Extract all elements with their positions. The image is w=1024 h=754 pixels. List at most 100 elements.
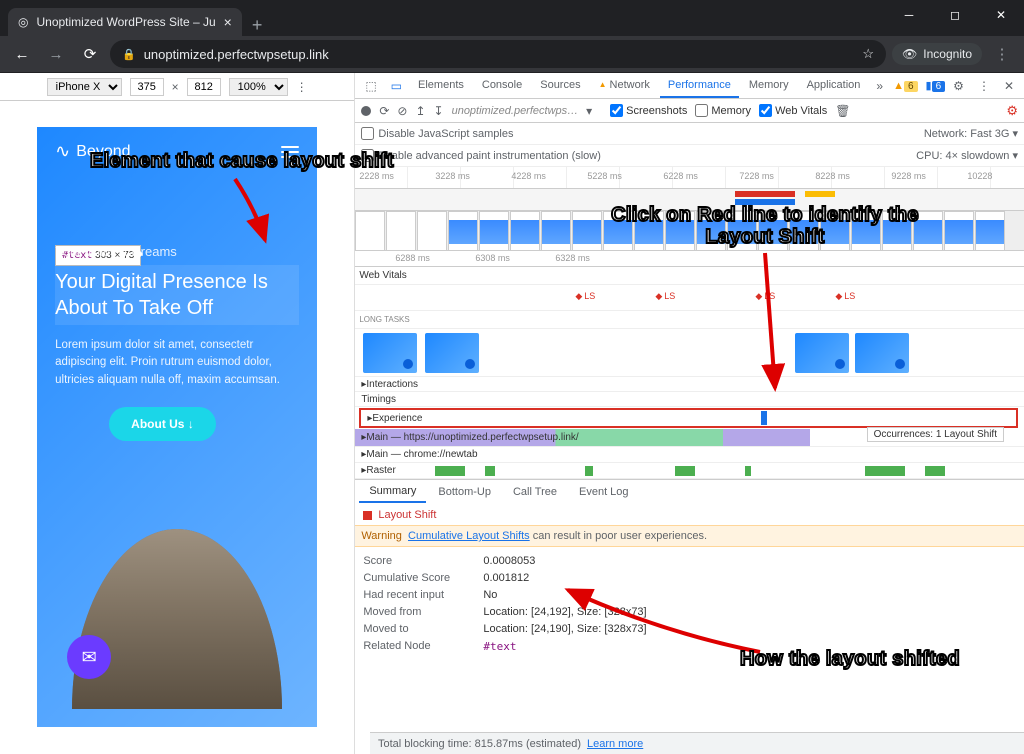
minimize-button[interactable]: ─	[886, 0, 932, 30]
warning-badge[interactable]: ▲6	[893, 80, 917, 92]
incognito-icon: 👁	[902, 47, 917, 61]
perf-toolbar: ⟳ ⊘ ↥ ↧ unoptimized.perfectwps… ▾ Screen…	[355, 99, 1024, 123]
record-button[interactable]	[361, 106, 371, 116]
tab-title: Unoptimized WordPress Site – Ju	[36, 15, 215, 29]
envelope-icon: ✉	[82, 647, 97, 668]
profile-name: unoptimized.perfectwps…	[452, 105, 579, 117]
browser-chrome: ─ ◻ ✕ ◎ Unoptimized WordPress Site – Ju …	[0, 0, 1024, 73]
maximize-button[interactable]: ◻	[932, 0, 978, 30]
load-profile-icon[interactable]: ↥	[415, 104, 425, 118]
cpu-throttle-select[interactable]: 4× slowdown ▾	[946, 150, 1018, 162]
close-window-button[interactable]: ✕	[978, 0, 1024, 30]
hero-image	[72, 529, 282, 709]
capture-settings-icon[interactable]: ⚙	[1006, 103, 1018, 119]
device-mode-icon[interactable]: ▭	[385, 79, 408, 93]
logo-icon: ∿	[55, 141, 70, 162]
web-vitals-track-header[interactable]: Web Vitals	[355, 267, 1024, 285]
url-text: unoptimized.perfectwpsetup.link	[144, 47, 329, 62]
paint-instrumentation-checkbox[interactable]	[361, 149, 374, 162]
screenshots-checkbox[interactable]	[610, 104, 623, 117]
tab-application[interactable]: Application	[799, 73, 869, 98]
tab-elements[interactable]: Elements	[410, 73, 472, 98]
inspect-icon[interactable]: ⬚	[359, 79, 382, 93]
timings-track[interactable]: Timings	[355, 392, 1024, 407]
tab-sources[interactable]: Sources	[532, 73, 588, 98]
network-throttle-select[interactable]: Fast 3G ▾	[970, 128, 1018, 140]
tab-network[interactable]: Network	[591, 73, 658, 98]
device-toolbar: iPhone X × 100% ⋮	[0, 73, 354, 101]
tab-memory[interactable]: Memory	[741, 73, 797, 98]
about-us-button[interactable]: About Us ↓	[109, 407, 216, 441]
long-tasks-header: LONG TASKS	[355, 311, 1024, 329]
chrome-newtab-track[interactable]: ▸ Main — chrome://newtab	[355, 447, 1024, 463]
browser-tab[interactable]: ◎ Unoptimized WordPress Site – Ju ×	[8, 8, 242, 36]
star-icon[interactable]: ☆	[862, 46, 874, 62]
incognito-badge: 👁 Incognito	[892, 43, 982, 65]
clear-icon[interactable]: ⊘	[397, 104, 407, 118]
tab-bottom-up[interactable]: Bottom-Up	[428, 480, 501, 503]
web-vitals-lane[interactable]: LS LS LS LS	[355, 285, 1024, 311]
phone-viewport: ∿ Beyond #text 303 × 73 Your Wildest Dre…	[37, 127, 317, 727]
summary-detail: Layout Shift Warning Cumulative Layout S…	[355, 503, 1024, 754]
device-width-input[interactable]	[130, 78, 164, 96]
reload-button[interactable]: ⟳	[76, 40, 104, 68]
tab-performance[interactable]: Performance	[660, 73, 739, 98]
close-devtools-icon[interactable]: ✕	[998, 79, 1020, 93]
main-thread-track[interactable]: ▸ Main — https://unoptimized.perfectwpse…	[355, 429, 1024, 447]
contact-fab[interactable]: ✉	[67, 635, 111, 679]
hero-title: Your Digital Presence Is About To Take O…	[55, 265, 299, 325]
settings-icon[interactable]: ⚙	[947, 79, 970, 93]
detail-title: Layout Shift	[363, 509, 1016, 521]
related-node-link[interactable]: #text	[483, 640, 516, 653]
browser-menu-icon[interactable]: ⋮	[988, 40, 1016, 68]
tab-favicon: ◎	[18, 15, 28, 29]
hero-subtitle: Your Wildest Dreams	[55, 244, 317, 259]
devtools-panel: ⬚ ▭ Elements Console Sources Network Per…	[355, 73, 1024, 754]
raster-track[interactable]: ▸ Raster	[355, 463, 1024, 479]
device-select[interactable]: iPhone X	[47, 78, 122, 96]
learn-more-link[interactable]: Learn more	[587, 738, 643, 750]
info-badge[interactable]: ▮6	[926, 79, 946, 92]
url-input[interactable]: 🔒 unoptimized.perfectwpsetup.link ☆	[110, 40, 886, 68]
long-tasks-lane[interactable]	[355, 329, 1024, 377]
overview-activity-lanes[interactable]	[355, 189, 1024, 211]
new-tab-button[interactable]: +	[242, 15, 273, 36]
layout-shift-marker[interactable]	[761, 411, 767, 425]
tab-call-tree[interactable]: Call Tree	[503, 480, 567, 503]
tab-console[interactable]: Console	[474, 73, 530, 98]
interactions-track[interactable]: ▸ Interactions	[355, 377, 1024, 392]
save-profile-icon[interactable]: ↧	[434, 104, 444, 118]
screenshots-filmstrip[interactable]	[355, 211, 1024, 251]
window-controls: ─ ◻ ✕	[886, 0, 1024, 30]
occurrences-tooltip: Occurrences: 1 Layout Shift	[867, 427, 1004, 442]
devtools-menu-icon[interactable]: ⋮	[972, 79, 996, 93]
summary-tab-bar: Summary Bottom-Up Call Tree Event Log	[355, 479, 1024, 503]
flamechart-ruler[interactable]: 6288 ms 6308 ms 6328 ms	[355, 251, 1024, 267]
zoom-select[interactable]: 100%	[229, 78, 288, 96]
reload-record-icon[interactable]: ⟳	[379, 104, 389, 118]
cls-docs-link[interactable]: Cumulative Layout Shifts	[408, 530, 530, 542]
address-bar: ← → ⟳ 🔒 unoptimized.perfectwpsetup.link …	[0, 36, 1024, 72]
disable-js-checkbox[interactable]	[361, 127, 374, 140]
perf-settings-row-1: Disable JavaScript samples Network: Fast…	[355, 123, 1024, 145]
tab-summary[interactable]: Summary	[359, 480, 426, 503]
web-vitals-checkbox[interactable]	[759, 104, 772, 117]
profile-dropdown-icon[interactable]: ▾	[586, 104, 592, 118]
back-button[interactable]: ←	[8, 40, 36, 68]
memory-checkbox[interactable]	[695, 104, 708, 117]
hero-body: Lorem ipsum dolor sit amet, consectetr a…	[55, 337, 299, 389]
timeline-overview-ruler[interactable]: 2228 ms 3228 ms 4228 ms 5228 ms 6228 ms …	[355, 167, 1024, 189]
trash-icon[interactable]: 🗑	[835, 104, 850, 118]
tab-strip: ◎ Unoptimized WordPress Site – Ju × +	[0, 0, 1024, 36]
tab-close-icon[interactable]: ×	[224, 14, 232, 30]
more-tabs-icon[interactable]: »	[870, 79, 889, 93]
layout-shift-color-swatch	[363, 511, 372, 520]
device-height-input[interactable]	[187, 78, 221, 96]
experience-track[interactable]: ▸ Experience	[359, 408, 1018, 428]
tab-event-log[interactable]: Event Log	[569, 480, 639, 503]
hamburger-menu-icon[interactable]	[281, 146, 299, 158]
site-logo[interactable]: ∿ Beyond	[55, 141, 130, 162]
device-menu-icon[interactable]: ⋮	[296, 80, 308, 94]
forward-button[interactable]: →	[42, 40, 70, 68]
warning-banner: Warning Cumulative Layout Shifts can res…	[355, 525, 1024, 547]
